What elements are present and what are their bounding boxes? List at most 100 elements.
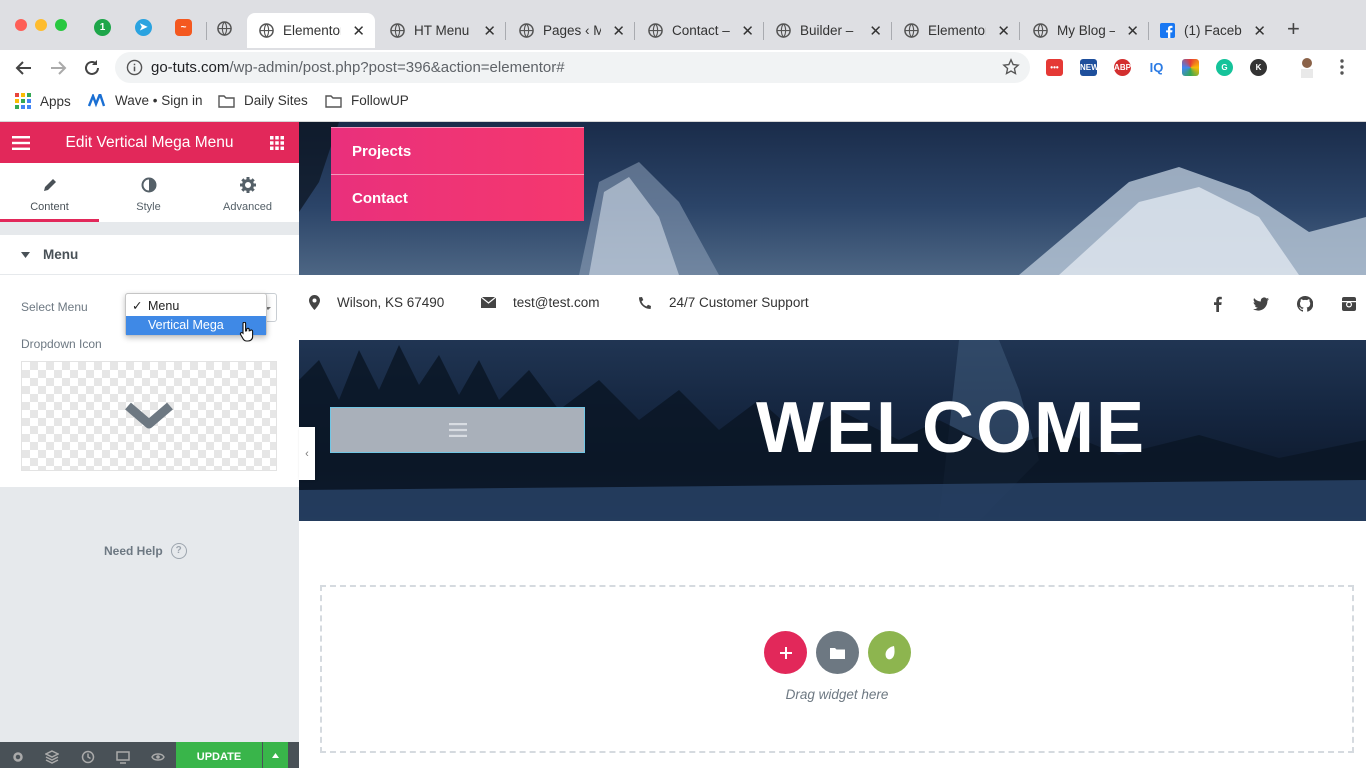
iq-extension-icon[interactable]: IQ — [1148, 59, 1165, 76]
bookmark-followup[interactable]: FollowUP — [325, 93, 409, 108]
tab-close-icon[interactable]: ✕ — [1126, 22, 1139, 40]
adblock-extension-icon[interactable]: ABP — [1114, 59, 1131, 76]
browser-menu-icon[interactable] — [1337, 58, 1347, 76]
bookmark-daily-sites[interactable]: Daily Sites — [218, 93, 308, 108]
preview-eye-icon[interactable] — [151, 750, 165, 764]
forward-button[interactable] — [46, 56, 70, 80]
support-info: 24/7 Customer Support — [638, 295, 809, 310]
lastpass-extension-icon[interactable]: ••• — [1046, 59, 1063, 76]
tab-close-icon[interactable]: ✕ — [997, 22, 1010, 40]
news-extension-icon[interactable]: NEW — [1080, 59, 1099, 76]
colorpicker-extension-icon[interactable] — [1182, 59, 1199, 76]
menu-item-projects[interactable]: Projects — [331, 127, 584, 174]
tab-close-icon[interactable]: ✕ — [869, 22, 882, 40]
tab-close-icon[interactable]: ✕ — [1253, 22, 1266, 40]
option-menu[interactable]: ✓ Menu — [126, 297, 266, 316]
browser-tab[interactable]: Contact – ✕ — [636, 13, 764, 48]
tab-close-icon[interactable]: ✕ — [741, 22, 754, 40]
tab-title: Elementor — [283, 23, 341, 38]
tab-content[interactable]: Content — [0, 163, 99, 222]
update-options-button[interactable] — [263, 742, 288, 768]
need-help-link[interactable]: Need Help ? — [104, 543, 187, 559]
plus-icon — [779, 646, 792, 659]
reload-button[interactable] — [80, 56, 104, 80]
globe-icon — [648, 23, 663, 38]
browser-tab[interactable]: Elementor ✕ — [247, 13, 375, 48]
folder-icon — [325, 94, 342, 108]
panel-header: Edit Vertical Mega Menu — [0, 122, 299, 163]
tab-close-icon[interactable]: ✕ — [612, 22, 625, 40]
maximize-window-button[interactable] — [55, 19, 67, 31]
facebook-icon[interactable] — [1210, 296, 1226, 312]
profile-avatar[interactable] — [1298, 56, 1316, 78]
settings-gear-icon[interactable] — [11, 750, 25, 764]
need-help-label: Need Help — [104, 544, 163, 558]
tab-close-icon[interactable]: ✕ — [352, 22, 365, 40]
panel-collapse-handle[interactable]: ‹ — [299, 427, 315, 480]
section-menu-header[interactable]: Menu — [0, 235, 299, 275]
add-section-button[interactable] — [764, 631, 807, 674]
bookmark-label: Daily Sites — [244, 93, 308, 108]
history-icon[interactable] — [81, 750, 95, 764]
browser-tab[interactable]: Builder – I ✕ — [764, 13, 892, 48]
minimize-window-button[interactable] — [35, 19, 47, 31]
apps-grid-icon — [15, 93, 31, 109]
instagram-icon[interactable] — [1341, 296, 1357, 312]
browser-tab[interactable]: Elementor ✕ — [892, 13, 1020, 48]
close-window-button[interactable] — [15, 19, 27, 31]
globe-icon — [776, 23, 791, 38]
address-bar[interactable]: go-tuts.com/wp-admin/post.php?post=396&a… — [115, 52, 1030, 83]
responsive-desktop-icon[interactable] — [116, 750, 130, 764]
star-icon[interactable] — [1002, 58, 1020, 76]
widget-drop-zone[interactable]: Drag widget here — [320, 585, 1354, 753]
option-vertical-mega-label: Vertical Mega — [148, 318, 224, 332]
tab-title: (1) Facebo — [1184, 23, 1242, 38]
browser-tab[interactable]: Pages ‹ M ✕ — [507, 13, 635, 48]
k-extension-icon[interactable]: K — [1250, 59, 1267, 76]
bookmark-label: Apps — [40, 93, 71, 109]
leaf-icon — [885, 645, 895, 659]
select-menu-label: Select Menu — [21, 300, 88, 314]
browser-tab[interactable]: HT Menu ✕ — [378, 13, 506, 48]
tab-advanced[interactable]: Advanced — [198, 163, 297, 222]
tab-title: My Blog – — [1057, 23, 1115, 38]
browser-tab[interactable]: (1) Facebo ✕ — [1148, 13, 1276, 48]
github-icon[interactable] — [1297, 296, 1313, 312]
widgets-grid-icon[interactable] — [270, 136, 284, 150]
tab-advanced-label: Advanced — [223, 201, 272, 213]
panel-footer: UPDATE — [0, 742, 299, 768]
tab-style-label: Style — [136, 201, 161, 213]
layers-icon[interactable] — [45, 750, 59, 764]
new-tab-button[interactable]: + — [1287, 16, 1300, 42]
url-text: go-tuts.com/wp-admin/post.php?post=396&a… — [151, 59, 565, 76]
reload-icon — [85, 60, 99, 75]
pinned-tab-badge-icon[interactable]: 1 — [94, 19, 111, 36]
browser-tab[interactable]: My Blog – ✕ — [1021, 13, 1149, 48]
tab-style[interactable]: Style — [99, 163, 198, 222]
option-menu-label: Menu — [148, 299, 180, 313]
menu-item-contact[interactable]: Contact — [331, 174, 584, 221]
back-button[interactable] — [12, 56, 36, 80]
bookmark-wave[interactable]: Wave • Sign in — [88, 93, 203, 108]
folder-icon — [218, 94, 235, 108]
tab-close-icon[interactable]: ✕ — [483, 22, 496, 40]
elementor-panel: Edit Vertical Mega Menu Content Style Ad… — [0, 122, 299, 768]
contact-info-bar: Wilson, KS 67490 test@test.com 24/7 Cust… — [299, 275, 1366, 340]
tab-separator — [1019, 22, 1020, 40]
grammarly-extension-icon[interactable]: G — [1216, 59, 1233, 76]
mega-menu-toggle-bar[interactable] — [330, 407, 585, 453]
dropdown-icon-picker[interactable] — [21, 361, 277, 471]
pinned-tab-telegram-icon[interactable]: ➤ — [135, 19, 152, 36]
add-envato-button[interactable] — [868, 631, 911, 674]
globe-icon — [390, 23, 405, 38]
pinned-tab-globe-icon[interactable] — [217, 21, 232, 36]
url-host: go-tuts.com — [151, 59, 230, 76]
pinned-tab-activity-icon[interactable]: ~ — [175, 19, 192, 36]
twitter-icon[interactable] — [1253, 296, 1269, 312]
update-button[interactable]: UPDATE — [176, 742, 262, 768]
tab-content-label: Content — [30, 201, 69, 213]
bookmark-apps[interactable]: Apps — [15, 93, 71, 109]
support-text: 24/7 Customer Support — [669, 295, 809, 310]
welcome-hero: WELCOME — [299, 340, 1366, 521]
add-template-button[interactable] — [816, 631, 859, 674]
